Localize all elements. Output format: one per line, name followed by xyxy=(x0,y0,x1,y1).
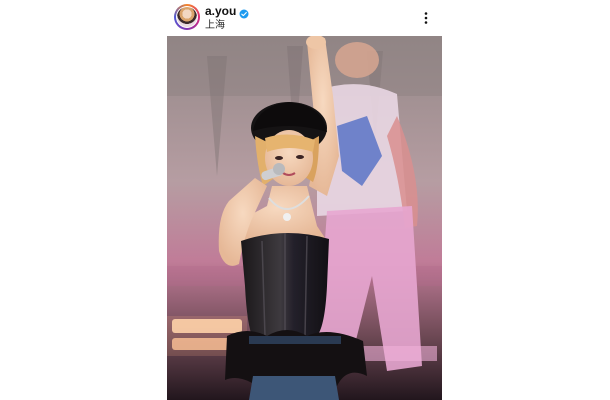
user-info: a.you 上海 xyxy=(205,4,249,32)
username-link[interactable]: a.you xyxy=(205,4,236,18)
more-options-button[interactable] xyxy=(420,10,432,26)
more-options-icon xyxy=(424,12,428,24)
avatar-photo xyxy=(177,7,197,27)
post-photo[interactable] xyxy=(167,36,442,400)
username-row: a.you xyxy=(205,4,249,19)
post-card: a.you 上海 xyxy=(167,0,442,400)
post-header: a.you 上海 xyxy=(167,0,442,36)
instagram-post-page: a.you 上海 xyxy=(0,0,610,400)
location-link[interactable]: 上海 xyxy=(205,19,249,32)
verified-badge-icon xyxy=(239,6,249,19)
avatar[interactable] xyxy=(174,4,200,30)
avatar-ring xyxy=(176,6,198,28)
